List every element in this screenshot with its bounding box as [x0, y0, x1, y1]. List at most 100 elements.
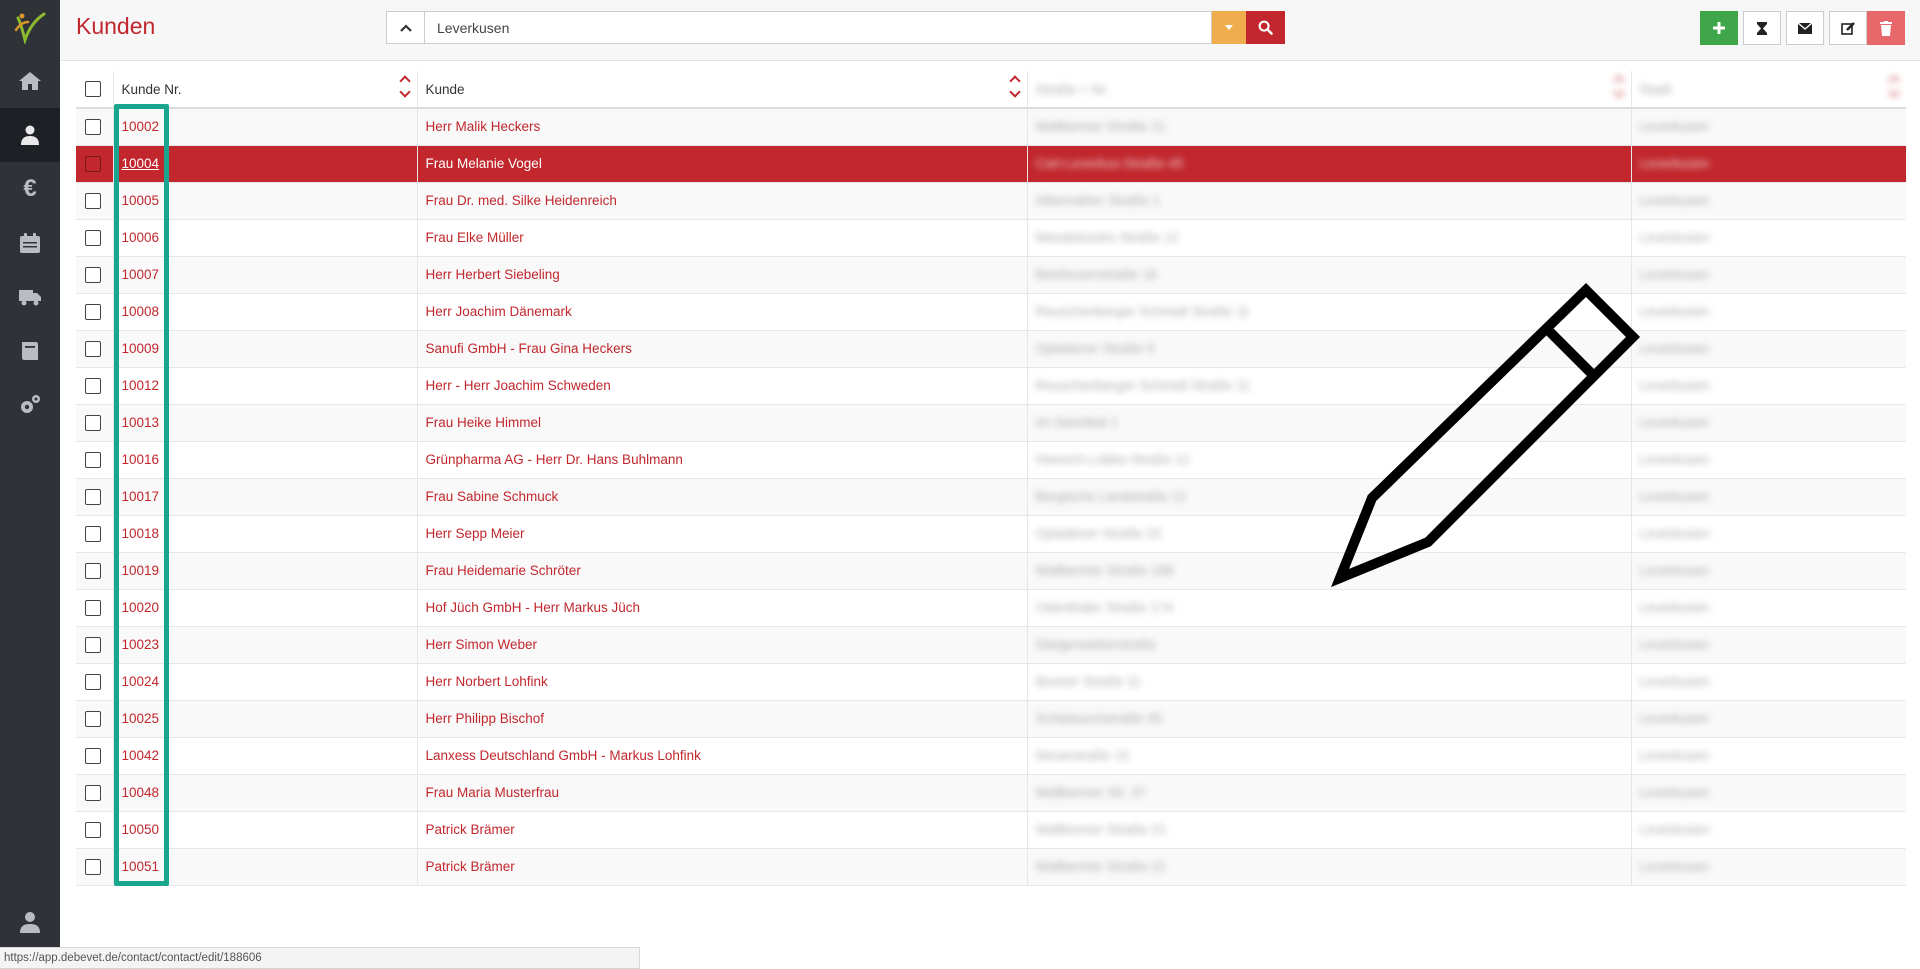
- add-button[interactable]: [1700, 11, 1738, 45]
- sidebar-item-calendar[interactable]: [0, 216, 60, 270]
- table-row[interactable]: 10019 Frau Heidemarie Schröter Wallbenner …: [76, 552, 1906, 590]
- customer-nr-link[interactable]: 10013: [122, 415, 160, 430]
- customer-name-link[interactable]: Hof Jüch GmbH - Herr Markus Jüch: [426, 600, 641, 615]
- customer-name-link[interactable]: Lanxess Deutschland GmbH - Markus Lohfin…: [426, 748, 701, 763]
- customer-name-link[interactable]: Herr Malik Heckers: [426, 119, 541, 134]
- customer-nr-link[interactable]: 10048: [122, 785, 160, 800]
- table-row[interactable]: 10002 Herr Malik Heckers Wallbenner Straße…: [76, 108, 1906, 146]
- customer-nr-link[interactable]: 10025: [122, 711, 160, 726]
- row-checkbox[interactable]: [85, 340, 101, 357]
- row-checkbox[interactable]: [85, 377, 101, 394]
- collapse-button[interactable]: [386, 11, 425, 44]
- customer-nr-link[interactable]: 10007: [122, 267, 160, 282]
- search-dropdown-button[interactable]: [1212, 11, 1246, 44]
- column-header-city[interactable]: Stadt: [1630, 71, 1906, 109]
- table-row[interactable]: 10020 Hof Jüch GmbH - Herr Markus Jüch Ode…: [76, 589, 1906, 627]
- row-checkbox[interactable]: [85, 673, 101, 690]
- table-row[interactable]: 10013 Frau Heike Himmel Im Steinfeld 1 Leve…: [76, 404, 1906, 442]
- customer-name-link[interactable]: Herr Herbert Siebeling: [426, 267, 560, 282]
- row-checkbox[interactable]: [85, 192, 101, 209]
- customer-nr-link[interactable]: 10023: [122, 637, 160, 652]
- debevet-logo[interactable]: [0, 0, 60, 54]
- mail-button[interactable]: [1786, 11, 1824, 45]
- customer-name-link[interactable]: Sanufi GmbH - Frau Gina Heckers: [426, 341, 632, 356]
- customer-name-link[interactable]: Patrick Brämer: [426, 859, 515, 874]
- sort-icon[interactable]: [1612, 75, 1625, 98]
- column-header-name[interactable]: Kunde: [416, 71, 1027, 109]
- customer-nr-link[interactable]: 10017: [122, 489, 160, 504]
- customer-name-link[interactable]: Herr Simon Weber: [426, 637, 538, 652]
- customer-name-link[interactable]: Herr Joachim Dänemark: [426, 304, 572, 319]
- row-checkbox[interactable]: [85, 118, 101, 135]
- row-checkbox[interactable]: [85, 414, 101, 431]
- sidebar-item-settings[interactable]: [0, 378, 60, 432]
- customer-nr-link[interactable]: 10008: [122, 304, 160, 319]
- customer-nr-link[interactable]: 10024: [122, 674, 160, 689]
- row-checkbox[interactable]: [85, 599, 101, 616]
- sidebar-item-customers[interactable]: [0, 108, 60, 162]
- customer-name-link[interactable]: Frau Heike Himmel: [426, 415, 542, 430]
- customer-nr-link[interactable]: 10051: [122, 859, 160, 874]
- column-header-street[interactable]: Straße + Nr.: [1026, 71, 1631, 109]
- table-row[interactable]: 10050 Patrick Brämer Wallbenner Straße 21 L…: [76, 811, 1906, 849]
- table-row[interactable]: 10005 Frau Dr. med. Silke Heidenreich Alke…: [76, 182, 1906, 220]
- customer-nr-link[interactable]: 10042: [122, 748, 160, 763]
- sidebar-item-docs[interactable]: [0, 324, 60, 378]
- customer-name-link[interactable]: Frau Maria Musterfrau: [426, 785, 560, 800]
- row-checkbox[interactable]: [85, 747, 101, 764]
- delete-button[interactable]: [1867, 11, 1905, 45]
- row-checkbox[interactable]: [85, 451, 101, 468]
- row-checkbox[interactable]: [85, 488, 101, 505]
- customer-name-link[interactable]: Frau Heidemarie Schröter: [426, 563, 581, 578]
- table-row[interactable]: 10048 Frau Maria Musterfrau Wallbenner Str…: [76, 774, 1906, 812]
- customer-name-link[interactable]: Frau Dr. med. Silke Heidenreich: [426, 193, 617, 208]
- row-checkbox[interactable]: [85, 155, 101, 172]
- table-row[interactable]: 10007 Herr Herbert Siebeling Beethovenstra…: [76, 256, 1906, 294]
- sidebar-item-delivery[interactable]: [0, 270, 60, 324]
- customer-name-link[interactable]: Grünpharma AG - Herr Dr. Hans Buhlmann: [426, 452, 683, 467]
- row-checkbox[interactable]: [85, 710, 101, 727]
- hourglass-button[interactable]: [1743, 11, 1781, 45]
- customer-name-link[interactable]: Patrick Brämer: [426, 822, 515, 837]
- customer-nr-link[interactable]: 10050: [122, 822, 160, 837]
- sidebar-item-finance[interactable]: €: [0, 162, 60, 216]
- edit-button[interactable]: [1829, 11, 1867, 45]
- row-checkbox[interactable]: [85, 525, 101, 542]
- sort-icon[interactable]: [1888, 75, 1900, 98]
- table-row[interactable]: 10024 Herr Norbert Lohfink Bonner Straße 1…: [76, 663, 1906, 701]
- table-row[interactable]: 10017 Frau Sabine Schmuck Bergische Landst…: [76, 478, 1906, 516]
- sort-icon[interactable]: [1008, 75, 1021, 98]
- customer-nr-link[interactable]: 10009: [122, 341, 160, 356]
- select-all-checkbox[interactable]: [85, 81, 101, 97]
- customer-name-link[interactable]: Herr - Herr Joachim Schweden: [426, 378, 611, 393]
- customer-nr-link[interactable]: 10018: [122, 526, 160, 541]
- customer-nr-link[interactable]: 10019: [122, 563, 160, 578]
- row-checkbox[interactable]: [85, 636, 101, 653]
- customer-nr-link[interactable]: 10016: [122, 452, 160, 467]
- table-row[interactable]: 10018 Herr Sepp Meier Opladener Straße 22 L…: [76, 515, 1906, 553]
- column-header-nr[interactable]: Kunde Nr.: [112, 71, 417, 109]
- customer-nr-link[interactable]: 10006: [122, 230, 160, 245]
- customer-nr-link[interactable]: 10002: [122, 119, 160, 134]
- search-button[interactable]: [1246, 11, 1285, 44]
- customer-name-link[interactable]: Herr Sepp Meier: [426, 526, 525, 541]
- customer-name-link[interactable]: Frau Elke Müller: [426, 230, 524, 245]
- table-row[interactable]: 10051 Patrick Brämer Wallbenner Straße 21 L…: [76, 848, 1906, 886]
- table-row[interactable]: 10042 Lanxess Deutschland GmbH - Markus L…: [76, 737, 1906, 775]
- table-row[interactable]: 10004 Frau Melanie Vogel Carl-Leverkus-Str…: [76, 145, 1906, 183]
- row-checkbox[interactable]: [85, 858, 101, 875]
- row-checkbox[interactable]: [85, 562, 101, 579]
- table-row[interactable]: 10006 Frau Elke Müller Mendelssohn Straße …: [76, 219, 1906, 257]
- row-checkbox[interactable]: [85, 229, 101, 246]
- table-row[interactable]: 10009 Sanufi GmbH - Frau Gina Heckers Opla…: [76, 330, 1906, 368]
- customer-nr-link[interactable]: 10012: [122, 378, 160, 393]
- customer-name-link[interactable]: Herr Norbert Lohfink: [426, 674, 548, 689]
- table-row[interactable]: 10025 Herr Philipp Bischof Schlebuschstraß…: [76, 700, 1906, 738]
- row-checkbox[interactable]: [85, 784, 101, 801]
- customer-nr-link[interactable]: 10005: [122, 193, 160, 208]
- customer-name-link[interactable]: Frau Sabine Schmuck: [426, 489, 559, 504]
- customer-nr-link[interactable]: 10004: [122, 156, 160, 171]
- sidebar-item-home[interactable]: [0, 54, 60, 108]
- table-row[interactable]: 10012 Herr - Herr Joachim Schweden Reusche…: [76, 367, 1906, 405]
- sort-icon[interactable]: [398, 75, 411, 98]
